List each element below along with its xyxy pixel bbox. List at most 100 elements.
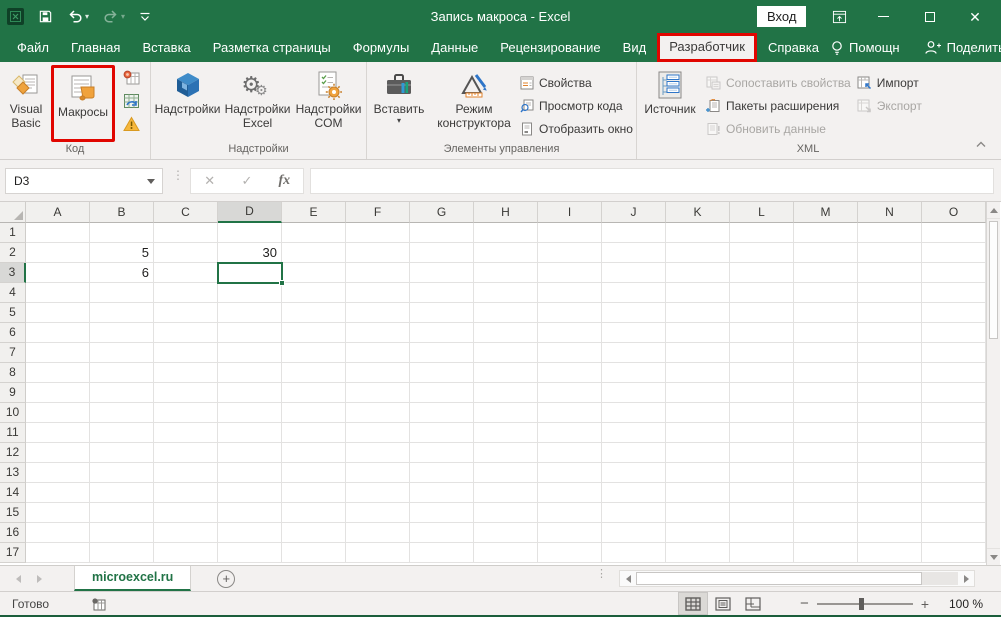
- cell-C13[interactable]: [154, 463, 218, 483]
- cell-F2[interactable]: [346, 243, 410, 263]
- cell-O6[interactable]: [922, 323, 986, 343]
- column-header-F[interactable]: F: [346, 202, 410, 223]
- column-header-E[interactable]: E: [282, 202, 346, 223]
- cell-B7[interactable]: [90, 343, 154, 363]
- normal-view-button[interactable]: [678, 592, 709, 615]
- run-dialog-button[interactable]: Отобразить окно: [520, 117, 633, 140]
- cell-A13[interactable]: [26, 463, 90, 483]
- cell-E10[interactable]: [282, 403, 346, 423]
- vertical-scroll-thumb[interactable]: [989, 221, 998, 339]
- new-sheet-button[interactable]: +: [217, 569, 236, 588]
- cell-C1[interactable]: [154, 223, 218, 243]
- cell-B9[interactable]: [90, 383, 154, 403]
- cell-D13[interactable]: [218, 463, 282, 483]
- row-header-17[interactable]: 17: [0, 543, 26, 563]
- cell-L14[interactable]: [730, 483, 794, 503]
- cell-D16[interactable]: [218, 523, 282, 543]
- cell-G11[interactable]: [410, 423, 474, 443]
- cell-G17[interactable]: [410, 543, 474, 563]
- cell-M8[interactable]: [794, 363, 858, 383]
- cell-F5[interactable]: [346, 303, 410, 323]
- cell-J16[interactable]: [602, 523, 666, 543]
- cell-K13[interactable]: [666, 463, 730, 483]
- cell-O14[interactable]: [922, 483, 986, 503]
- cell-C7[interactable]: [154, 343, 218, 363]
- cell-E4[interactable]: [282, 283, 346, 303]
- cell-O8[interactable]: [922, 363, 986, 383]
- cell-M1[interactable]: [794, 223, 858, 243]
- row-header-13[interactable]: 13: [0, 463, 26, 483]
- cell-N10[interactable]: [858, 403, 922, 423]
- row-header-12[interactable]: 12: [0, 443, 26, 463]
- cell-O1[interactable]: [922, 223, 986, 243]
- cell-B1[interactable]: [90, 223, 154, 243]
- cell-C12[interactable]: [154, 443, 218, 463]
- cell-N1[interactable]: [858, 223, 922, 243]
- cell-F3[interactable]: [346, 263, 410, 283]
- cell-N8[interactable]: [858, 363, 922, 383]
- cell-J4[interactable]: [602, 283, 666, 303]
- zoom-in-button[interactable]: +: [913, 596, 937, 612]
- cell-O13[interactable]: [922, 463, 986, 483]
- cell-M12[interactable]: [794, 443, 858, 463]
- row-header-5[interactable]: 5: [0, 303, 26, 323]
- cell-H15[interactable]: [474, 503, 538, 523]
- cell-C16[interactable]: [154, 523, 218, 543]
- record-macro-button[interactable]: [121, 69, 141, 87]
- ribbon-tab-9[interactable]: Справка: [757, 33, 830, 62]
- cell-H3[interactable]: [474, 263, 538, 283]
- cell-A4[interactable]: [26, 283, 90, 303]
- cell-I6[interactable]: [538, 323, 602, 343]
- cell-N16[interactable]: [858, 523, 922, 543]
- insert-controls-button[interactable]: Вставить ▾: [370, 65, 428, 142]
- vertical-scrollbar[interactable]: [986, 202, 1000, 565]
- cell-G1[interactable]: [410, 223, 474, 243]
- cell-G3[interactable]: [410, 263, 474, 283]
- previous-sheet-button[interactable]: [16, 574, 21, 583]
- cell-K15[interactable]: [666, 503, 730, 523]
- cell-H9[interactable]: [474, 383, 538, 403]
- cell-G14[interactable]: [410, 483, 474, 503]
- cell-L2[interactable]: [730, 243, 794, 263]
- cell-O9[interactable]: [922, 383, 986, 403]
- cell-J1[interactable]: [602, 223, 666, 243]
- cell-O4[interactable]: [922, 283, 986, 303]
- customize-quick-access-button[interactable]: [139, 12, 151, 22]
- cell-F7[interactable]: [346, 343, 410, 363]
- cell-H16[interactable]: [474, 523, 538, 543]
- cell-C10[interactable]: [154, 403, 218, 423]
- cell-L1[interactable]: [730, 223, 794, 243]
- cell-C14[interactable]: [154, 483, 218, 503]
- horizontal-scrollbar[interactable]: [619, 570, 975, 587]
- sheet-bar-splitter[interactable]: ⋮: [596, 569, 607, 580]
- cell-G15[interactable]: [410, 503, 474, 523]
- redo-dropdown-icon[interactable]: ▾: [121, 12, 125, 21]
- column-header-C[interactable]: C: [154, 202, 218, 223]
- cell-D8[interactable]: [218, 363, 282, 383]
- cell-N17[interactable]: [858, 543, 922, 563]
- cell-A15[interactable]: [26, 503, 90, 523]
- cell-H12[interactable]: [474, 443, 538, 463]
- cell-M3[interactable]: [794, 263, 858, 283]
- cell-B5[interactable]: [90, 303, 154, 323]
- cell-D14[interactable]: [218, 483, 282, 503]
- cell-I11[interactable]: [538, 423, 602, 443]
- cell-O12[interactable]: [922, 443, 986, 463]
- cell-L3[interactable]: [730, 263, 794, 283]
- cell-I5[interactable]: [538, 303, 602, 323]
- cell-K7[interactable]: [666, 343, 730, 363]
- cell-O7[interactable]: [922, 343, 986, 363]
- cell-M4[interactable]: [794, 283, 858, 303]
- cell-D4[interactable]: [218, 283, 282, 303]
- cell-D10[interactable]: [218, 403, 282, 423]
- map-properties-button[interactable]: Сопоставить свойства: [706, 71, 851, 94]
- cell-K17[interactable]: [666, 543, 730, 563]
- cell-E12[interactable]: [282, 443, 346, 463]
- cell-F6[interactable]: [346, 323, 410, 343]
- cell-K3[interactable]: [666, 263, 730, 283]
- cell-C15[interactable]: [154, 503, 218, 523]
- cell-G6[interactable]: [410, 323, 474, 343]
- cell-J15[interactable]: [602, 503, 666, 523]
- import-button[interactable]: Импорт: [857, 71, 922, 94]
- expansion-packs-button[interactable]: Пакеты расширения: [706, 94, 851, 117]
